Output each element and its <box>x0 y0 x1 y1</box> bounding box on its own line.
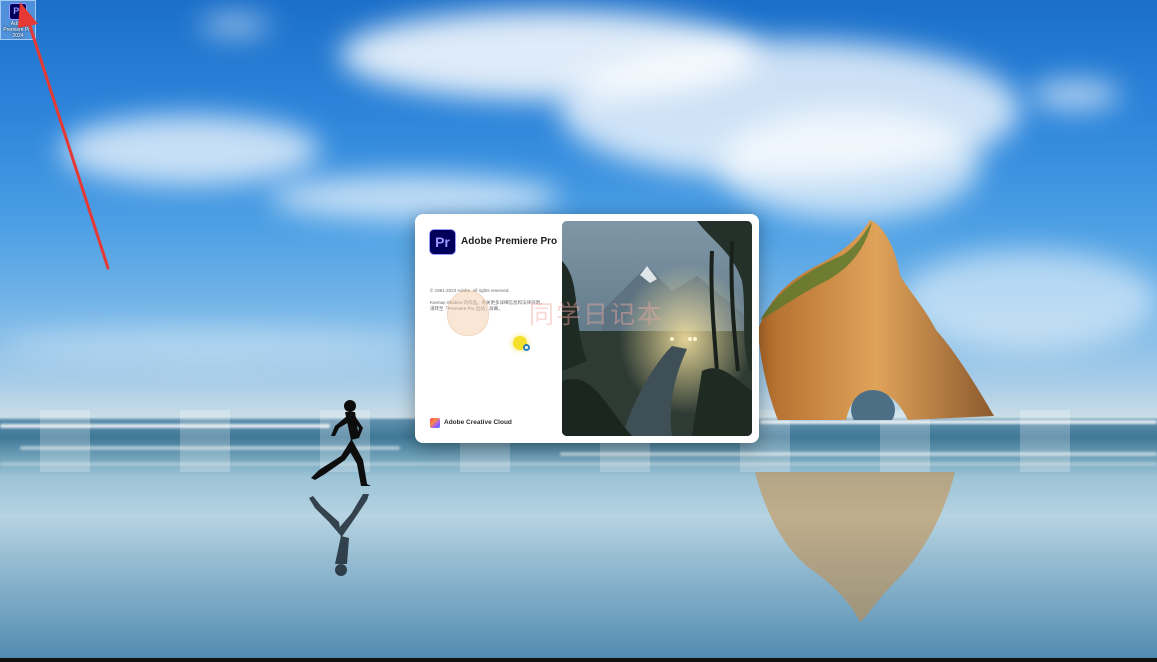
rock-arch <box>758 220 994 420</box>
cloud <box>1030 80 1120 110</box>
rock-reflection <box>755 472 955 622</box>
shortcut-label: Adobe Premiere Pro 2024 <box>3 21 33 39</box>
premiere-splash-screen: Pr Adobe Premiere Pro © 1991-2023 Adobe.… <box>415 214 759 443</box>
runner-silhouette <box>311 400 371 486</box>
premiere-pro-shortcut[interactable]: Pr Adobe Premiere Pro 2024 <box>0 0 36 40</box>
loading-spinner-icon <box>523 344 530 351</box>
premiere-pro-icon: Pr <box>9 3 27 20</box>
splash-info-panel: Pr Adobe Premiere Pro © 1991-2023 Adobe.… <box>415 214 561 443</box>
cloud <box>200 15 270 35</box>
wave-foam <box>0 424 330 428</box>
wave-foam <box>0 462 1157 466</box>
horizon-haze <box>0 325 420 365</box>
splash-artwork <box>562 221 752 436</box>
desktop-wallpaper: Pr Adobe Premiere Pro 2024 Pr Adobe Prem… <box>0 0 1157 662</box>
cloud <box>720 110 980 220</box>
creative-cloud-icon <box>430 418 440 428</box>
runner-reflection <box>309 494 369 576</box>
wave-foam <box>760 420 1157 424</box>
premiere-pro-logo: Pr <box>429 229 456 255</box>
credits-text: Keenan Shabee 的作品。有关更多详细信息和法律声明，请转至「Prem… <box>430 300 545 311</box>
artwork-scene <box>562 221 752 436</box>
wave-foam <box>560 452 1157 456</box>
copyright-text: © 1991-2023 Adobe. All rights reserved. <box>430 288 510 293</box>
taskbar-edge <box>0 658 1157 662</box>
product-name: Adobe Premiere Pro <box>461 236 558 247</box>
creative-cloud-label: Adobe Creative Cloud <box>444 419 512 426</box>
cloud <box>60 115 320 185</box>
